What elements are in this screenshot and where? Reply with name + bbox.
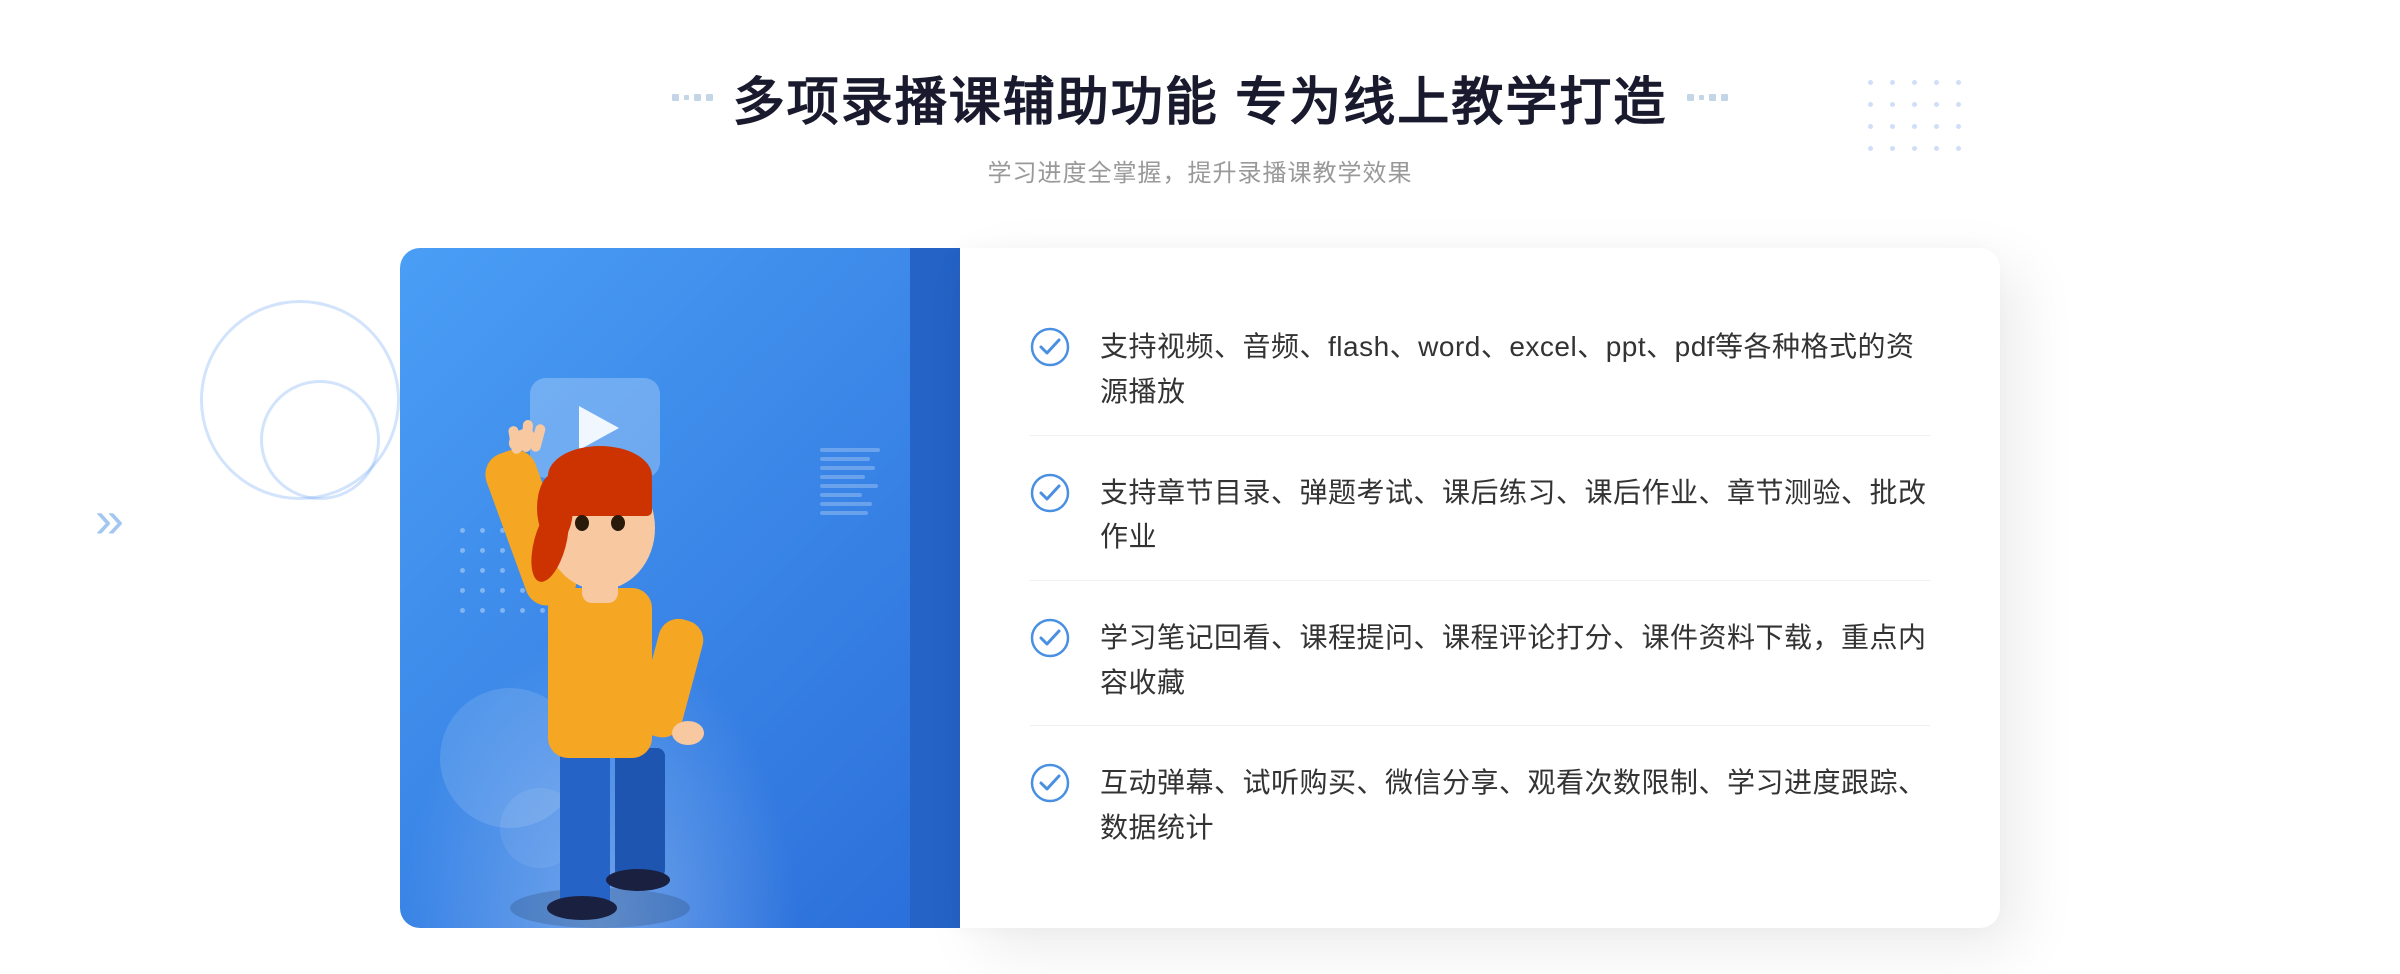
feature-item-3: 学习笔记回看、课程提问、课程评论打分、课件资料下载，重点内容收藏 [1030,596,1930,727]
stripe-decoration [820,448,880,568]
header-section: 多项录播课辅助功能 专为线上教学打造 学习进度全掌握，提升录播课教学效果 [672,60,1728,188]
feature-text-2: 支持章节目录、弹题考试、课后练习、课后作业、章节测验、批改作业 [1100,471,1930,561]
feature-text-4: 互动弹幕、试听购买、微信分享、观看次数限制、学习进度跟踪、数据统计 [1100,761,1930,851]
page-wrapper: » (function() { const grid = document.qu… [0,0,2400,974]
title-row: 多项录播课辅助功能 专为线上教学打造 [672,60,1728,135]
circle-decoration-2 [260,380,380,500]
check-icon-4 [1030,763,1070,803]
check-icon-3 [1030,618,1070,658]
features-card: 支持视频、音频、flash、word、excel、ppt、pdf等各种格式的资源… [960,248,2000,928]
feature-text-3: 学习笔记回看、课程提问、课程评论打分、课件资料下载，重点内容收藏 [1100,616,1930,706]
dot-grid-right: (function() { const grid = document.quer… [1868,80,1970,160]
feature-item-2: 支持章节目录、弹题考试、课后练习、课后作业、章节测验、批改作业 [1030,451,1930,582]
feature-item-4: 互动弹幕、试听购买、微信分享、观看次数限制、学习进度跟踪、数据统计 [1030,741,1930,871]
title-decoration-left [672,94,713,101]
feature-text-1: 支持视频、音频、flash、word、excel、ppt、pdf等各种格式的资源… [1100,325,1930,415]
subtitle: 学习进度全掌握，提升录播课教学效果 [672,153,1728,188]
person-illustration [460,368,740,928]
feature-item-1: 支持视频、音频、flash、word、excel、ppt、pdf等各种格式的资源… [1030,305,1930,436]
content-area: (function() { const dp = document.queryS… [400,248,2000,928]
check-icon-1 [1030,327,1070,367]
title-decoration-right [1687,94,1728,101]
illustration-card: (function() { const dp = document.queryS… [400,248,980,928]
main-title: 多项录播课辅助功能 专为线上教学打造 [733,60,1667,135]
chevron-decoration: » [95,490,114,550]
check-icon-2 [1030,473,1070,513]
